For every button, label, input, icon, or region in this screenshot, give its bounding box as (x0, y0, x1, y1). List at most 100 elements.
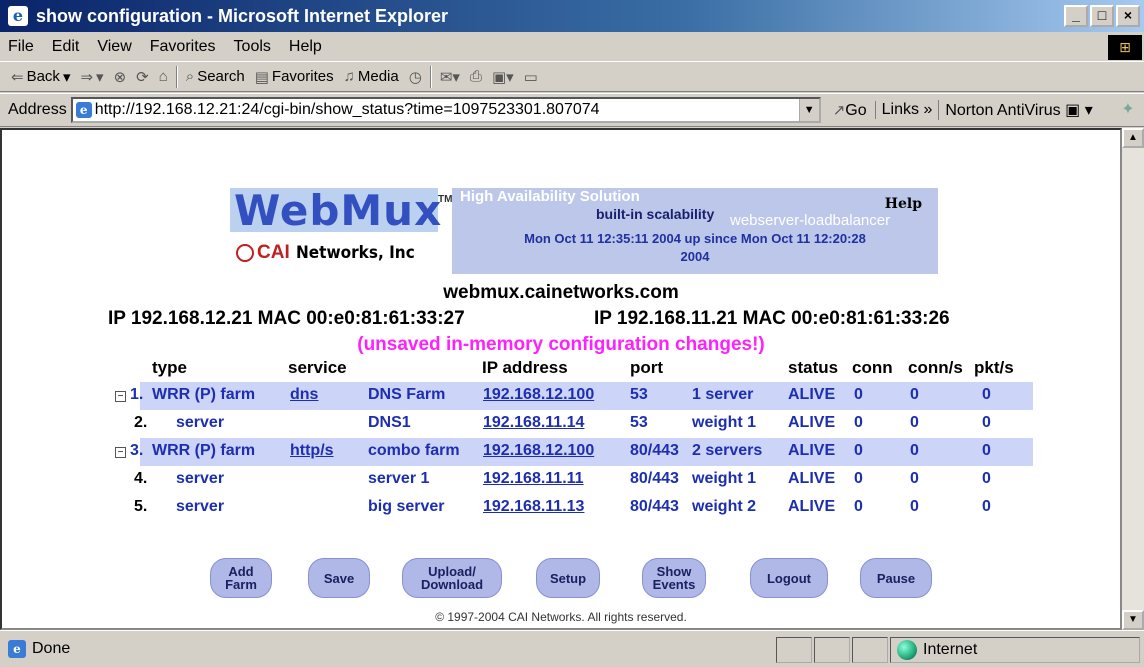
row-port: 80/443 (630, 470, 679, 487)
service-link[interactable]: http/s (290, 442, 334, 460)
row-name: DNS Farm (368, 386, 446, 403)
unsaved-warning: (unsaved in-memory configuration changes… (357, 334, 765, 355)
row-number: 2. (134, 414, 148, 431)
vertical-scrollbar[interactable]: ▲ ▼ (1122, 128, 1144, 630)
ip-link[interactable]: 192.168.12.100 (483, 386, 594, 404)
row-status: ALIVE (788, 442, 836, 459)
col-type: type (152, 358, 187, 377)
row-type: WRR (P) farm (152, 386, 256, 403)
save-button[interactable]: Save (308, 558, 370, 598)
row-type: server (176, 498, 225, 515)
stop-icon[interactable]: ⊗ (109, 68, 132, 86)
row-name: server 1 (368, 470, 430, 487)
row-detail: 2 servers (692, 442, 763, 459)
toolbar-separator (429, 65, 432, 88)
help-link[interactable]: Help (885, 196, 922, 212)
ip-link[interactable]: 192.168.11.13 (483, 498, 584, 516)
pause-label: Pause (876, 570, 916, 586)
print-icon[interactable]: ⎙ (465, 68, 487, 85)
maximize-button[interactable]: □ (1090, 5, 1114, 27)
minimize-button[interactable]: _ (1064, 5, 1088, 27)
table-row-content: − 3. WRR (P) farm http/s combo farm 192.… (2, 438, 1120, 466)
collapse-icon[interactable]: − (115, 391, 126, 402)
row-port: 53 (630, 386, 648, 403)
links-label: Links (881, 101, 919, 118)
service-link[interactable]: dns (290, 386, 318, 404)
show-events-label-2: Events (652, 577, 696, 592)
toolbar-extension-icon[interactable]: ✦ (1116, 99, 1140, 121)
favorites-button[interactable]: ▤ Favorites (250, 68, 339, 86)
discuss-icon[interactable]: ▭ (519, 68, 543, 86)
trademark: TM (438, 194, 453, 205)
zone-label: Internet (923, 641, 978, 658)
refresh-icon[interactable]: ⟳ (131, 68, 154, 86)
go-button[interactable]: ↗Go (821, 101, 875, 120)
address-dropdown-icon[interactable]: ▼ (798, 99, 819, 121)
go-label: Go (845, 101, 867, 119)
back-button[interactable]: ⇐ Back ▾ (6, 68, 75, 86)
forward-button[interactable]: ⇒ ▾ (75, 68, 108, 86)
row-type: server (176, 414, 225, 431)
row-detail: weight 1 (692, 414, 757, 431)
norton-icon: ▣ ▾ (1065, 102, 1093, 119)
right-interface: IP 192.168.11.21 MAC 00:e0:81:61:33:26 (594, 308, 950, 329)
ip-link[interactable]: 192.168.11.11 (483, 470, 584, 488)
back-dropdown-icon: ▾ (62, 68, 71, 86)
search-label: Search (197, 68, 245, 85)
window-title: show configuration - Microsoft Internet … (36, 5, 449, 26)
menu-edit[interactable]: Edit (43, 38, 89, 56)
edit-icon[interactable]: ▣▾ (487, 68, 519, 86)
table-row-content: − 1. WRR (P) farm dns DNS Farm 192.168.1… (2, 382, 1120, 410)
pause-button[interactable]: Pause (860, 558, 932, 598)
upload-download-button[interactable]: Upload/Download (402, 558, 502, 598)
row-type: WRR (P) farm (152, 442, 256, 459)
add-farm-button[interactable]: Add Farm (210, 558, 272, 598)
row-conns: 0 (910, 498, 919, 515)
menu-favorites[interactable]: Favorites (141, 38, 225, 56)
row-conn: 0 (854, 498, 863, 515)
norton-antivirus-button[interactable]: Norton AntiVirus ▣ ▾ (938, 100, 1098, 120)
row-pkts: 0 (982, 498, 991, 515)
tagline: High Availability Solution (460, 188, 640, 205)
col-ip: IP address (482, 358, 568, 377)
chevron-right-icon: » (923, 101, 933, 118)
go-arrow-icon: ↗ (832, 101, 846, 119)
uptime-line-1: Mon Oct 11 12:35:11 2004 up since Mon Oc… (524, 231, 866, 246)
media-button[interactable]: ♫ Media (339, 68, 404, 85)
setup-button[interactable]: Setup (536, 558, 600, 598)
home-icon[interactable]: ⌂ (154, 68, 173, 85)
address-label: Address (8, 101, 67, 118)
logout-button[interactable]: Logout (750, 558, 828, 598)
window-controls: _ □ × (1064, 5, 1140, 27)
scroll-down-icon[interactable]: ▼ (1122, 610, 1144, 630)
menu-help[interactable]: Help (280, 38, 331, 56)
row-name: combo farm (368, 442, 460, 459)
save-label: Save (323, 570, 355, 586)
scroll-up-icon[interactable]: ▲ (1122, 128, 1144, 148)
window-titlebar: e show configuration - Microsoft Interne… (0, 0, 1144, 32)
menu-tools[interactable]: Tools (225, 38, 280, 56)
row-conn: 0 (854, 386, 863, 403)
row-name: DNS1 (368, 414, 411, 431)
status-pane (776, 637, 812, 663)
links-button[interactable]: Links » (874, 101, 939, 119)
address-url[interactable]: http://192.168.12.21:24/cgi-bin/show_sta… (95, 101, 799, 119)
ip-link[interactable]: 192.168.11.14 (483, 414, 584, 432)
loadbalancer-label: webserver-loadbalancer (730, 212, 891, 229)
ip-link[interactable]: 192.168.12.100 (483, 442, 594, 460)
row-port: 80/443 (630, 498, 679, 515)
show-events-button[interactable]: Show Events (642, 558, 706, 598)
menu-view[interactable]: View (88, 38, 140, 56)
security-zone: Internet (890, 637, 1140, 663)
uptime-status: Mon Oct 11 12:35:11 2004 up since Mon Oc… (452, 230, 938, 266)
col-service: service (288, 358, 347, 377)
address-input[interactable]: e http://192.168.12.21:24/cgi-bin/show_s… (70, 97, 821, 123)
history-icon[interactable]: ◷ (404, 68, 427, 86)
toolbar-separator (175, 65, 178, 88)
collapse-icon[interactable]: − (115, 447, 126, 458)
mail-icon[interactable]: ✉▾ (435, 68, 465, 86)
search-button[interactable]: ⌕ Search (181, 68, 250, 85)
menu-file[interactable]: File (0, 38, 43, 56)
banner-panel: High Availability Solution built-in scal… (452, 188, 938, 274)
close-button[interactable]: × (1116, 5, 1140, 27)
